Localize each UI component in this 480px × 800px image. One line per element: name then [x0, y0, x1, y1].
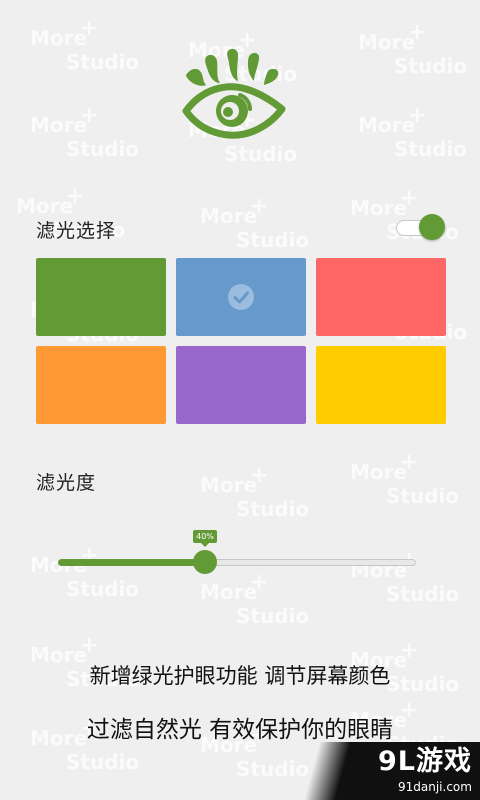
watermark-plus: + — [80, 633, 99, 658]
watermark-text-studio: Studio — [236, 228, 310, 252]
color-swatch[interactable] — [36, 258, 166, 336]
watermark-text-studio: Studio — [394, 54, 468, 78]
slider-value-bubble: 40% — [193, 530, 217, 547]
watermark-plus: + — [80, 103, 99, 128]
promo-caption-1: 新增绿光护眼功能 调节屏幕颜色 — [89, 664, 391, 688]
watermark-text-more: More — [358, 30, 416, 54]
watermark-plus: + — [66, 184, 85, 209]
watermark-text-studio: Studio — [236, 604, 310, 628]
watermark-text-more: More — [30, 113, 88, 137]
watermark-text-studio: Studio — [386, 484, 460, 508]
watermark-text-more: More — [200, 473, 258, 497]
color-swatch[interactable] — [176, 346, 306, 424]
checkmark-icon — [228, 284, 254, 310]
watermark-plus: + — [250, 463, 269, 488]
watermark-plus: + — [408, 20, 427, 45]
watermark-text-more: More — [16, 194, 74, 218]
app-screen: More + Studio More + Studio More + Studio More + St… — [0, 0, 480, 800]
toggle-thumb — [419, 214, 445, 240]
eye-logo-icon — [182, 48, 286, 139]
corner-brand-url: 91danji.com — [398, 780, 472, 794]
slider-thumb[interactable] — [193, 550, 217, 574]
filter-level-label: 滤光度 — [36, 472, 97, 494]
watermark-text-studio: Studio — [236, 497, 310, 521]
watermark-plus: + — [250, 194, 269, 219]
watermark-text-more: More — [200, 204, 258, 228]
watermark-plus: + — [80, 16, 99, 41]
watermark-text-studio: Studio — [66, 137, 140, 161]
color-swatch[interactable] — [176, 258, 306, 336]
watermark-text-more: More — [30, 26, 88, 50]
color-swatch[interactable] — [316, 346, 446, 424]
watermark-text-more: More — [358, 113, 416, 137]
watermark-text-more: More — [350, 460, 408, 484]
slider-fill — [58, 559, 201, 566]
watermark-text-studio: Studio — [236, 757, 310, 781]
color-swatch[interactable] — [316, 258, 446, 336]
watermark-text-studio: Studio — [224, 142, 298, 166]
watermark-plus: + — [400, 450, 419, 475]
watermark-plus: + — [400, 186, 419, 211]
filter-level-slider[interactable]: 40% — [58, 530, 416, 592]
filter-selection-label: 滤光选择 — [36, 220, 117, 242]
corner-brand-badge: 9L游戏 91danji.com — [300, 742, 480, 800]
color-swatch-grid — [36, 258, 446, 424]
watermark-text-studio: Studio — [66, 750, 140, 774]
promo-caption-2: 过滤自然光 有效保护你的眼睛 — [86, 717, 394, 743]
watermark-text-studio: Studio — [394, 137, 468, 161]
filter-toggle[interactable] — [396, 214, 446, 240]
corner-brand-logo: 9L游戏 — [378, 746, 472, 777]
watermark-plus: + — [400, 638, 419, 663]
watermark-text-studio: Studio — [66, 50, 140, 74]
color-swatch[interactable] — [36, 346, 166, 424]
watermark-plus: + — [408, 103, 427, 128]
